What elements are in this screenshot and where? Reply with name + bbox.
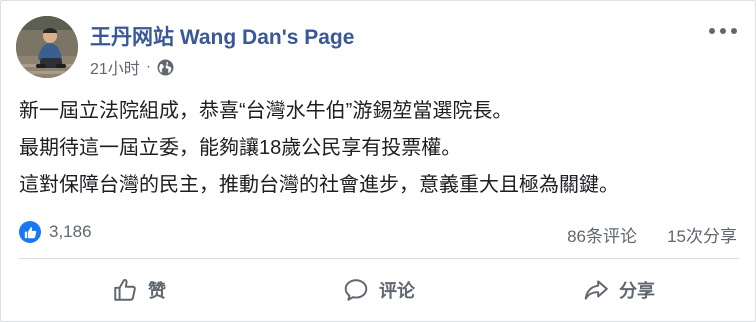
page-name-link[interactable]: 王丹网站 Wang Dan's Page [90,21,354,51]
share-button[interactable]: 分享 [499,265,739,315]
avatar[interactable] [16,16,78,78]
post-line: 最期待這一屆立委，能夠讓18歲公民享有投票權。 [19,137,462,159]
like-button-label: 赞 [148,281,166,301]
divider [19,258,739,259]
share-count[interactable]: 15次分享 [667,222,737,247]
like-button[interactable]: 赞 [19,265,259,315]
reaction-stats: 3,186 86条评论 15次分享 [19,219,739,247]
like-icon[interactable] [19,221,41,243]
post-body: 新一屆立法院組成，恭喜“台灣水牛伯”游錫堃當選院長。 最期待這一屆立委，能夠讓1… [19,93,739,204]
share-button-label: 分享 [619,281,655,301]
comment-button-label: 评论 [379,281,415,301]
post-line: 新一屆立法院組成，恭喜“台灣水牛伯”游錫堃當選院長。 [19,100,513,122]
comment-button[interactable]: 评论 [259,265,499,315]
meta-separator: · [145,58,152,75]
share-icon [584,280,608,300]
like-count[interactable]: 3,186 [49,222,92,242]
globe-icon [157,59,174,76]
comment-icon [344,279,368,301]
action-bar: 赞 评论 分享 [19,265,739,315]
post-line: 這對保障台灣的民主，推動台灣的社會進步，意義重大且極為關鍵。 [19,174,619,196]
comment-count[interactable]: 86条评论 [567,222,637,247]
post-card: 王丹网站 Wang Dan's Page 21小时 · 新一屆立法院組成，恭喜“… [0,0,756,322]
thumbs-up-icon [114,278,136,301]
post-meta: 21小时 · [90,55,174,79]
post-timestamp[interactable]: 21小时 [90,55,140,79]
more-horizontal-icon[interactable] [709,21,737,41]
